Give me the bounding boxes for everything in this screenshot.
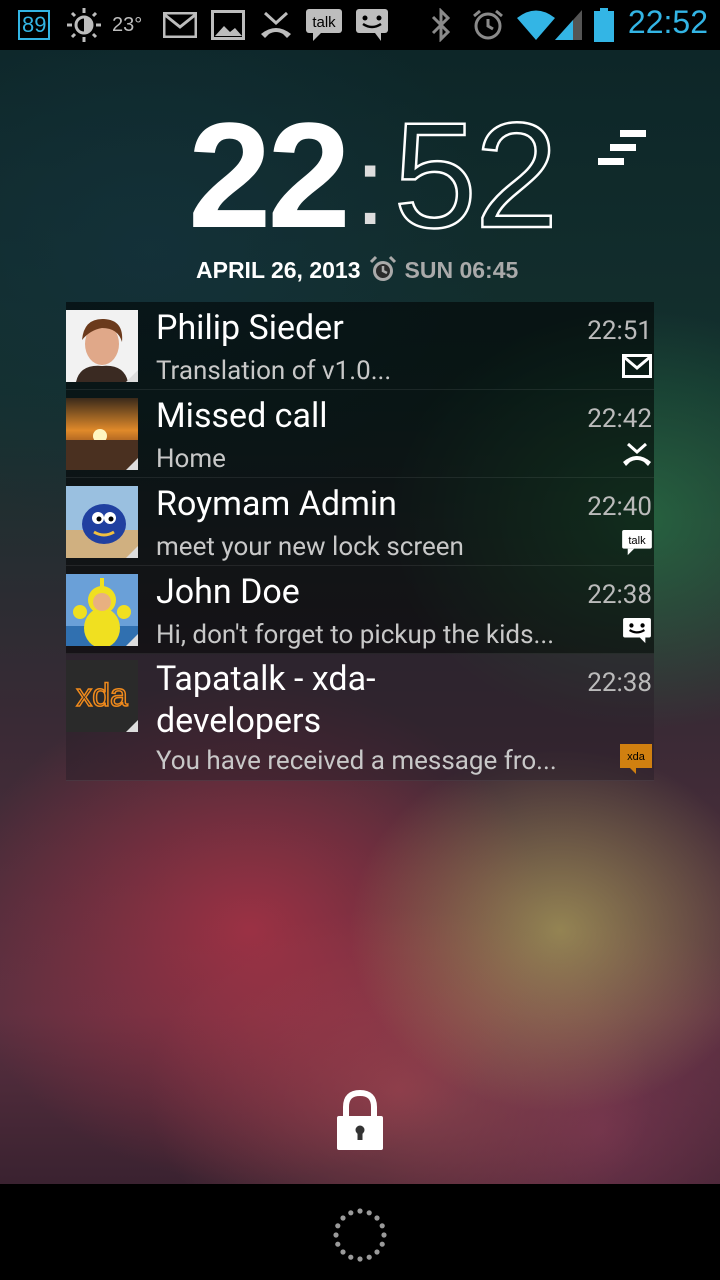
gmail-icon	[162, 8, 198, 42]
clock-minutes: 52	[392, 91, 559, 259]
avatar	[66, 574, 138, 646]
temperature: 23°	[112, 13, 143, 36]
notification-count-badge: 89	[18, 8, 51, 42]
xda-icon: xda	[620, 744, 652, 774]
notification-subtitle: Home	[156, 444, 226, 474]
lockscreen-clock: 22 : 52	[188, 99, 560, 252]
date-text: APRIL 26, 2013	[196, 256, 361, 283]
notification-item[interactable]: Roymam Admin meet your new lock screen 2…	[66, 478, 654, 566]
gmail-icon	[622, 354, 652, 378]
lock-icon[interactable]	[336, 1090, 384, 1152]
notification-item[interactable]: John Doe Hi, don't forget to pickup the …	[66, 566, 654, 654]
bluetooth-icon	[428, 8, 454, 42]
notification-title: Roymam Admin	[156, 484, 397, 524]
xda-avatar: xda	[66, 660, 138, 732]
notification-title: Missed call	[156, 396, 328, 436]
talk-icon: talk	[304, 8, 344, 42]
battery-icon	[592, 8, 616, 42]
notification-subtitle: meet your new lock screen	[156, 532, 464, 562]
notification-item[interactable]: Missed call Home 22:42	[66, 390, 654, 478]
menu-icon[interactable]	[596, 128, 648, 168]
clock-hours: 22	[188, 91, 351, 259]
messaging-icon	[354, 8, 390, 42]
avatar	[66, 486, 138, 558]
status-time: 22:52	[627, 4, 708, 40]
talk-icon: talk	[622, 530, 652, 556]
wifi-icon	[516, 8, 556, 42]
notification-title: Tapatalk - xda-developers	[156, 659, 376, 741]
status-bar: 89 23° talk 22:52	[0, 0, 720, 50]
alarm-icon	[470, 8, 506, 42]
notification-title: Philip Sieder	[156, 308, 344, 348]
missed-call-icon	[258, 8, 294, 42]
avatar	[66, 310, 138, 382]
gallery-icon	[210, 8, 246, 42]
notification-title: John Doe	[156, 572, 300, 612]
signal-icon	[552, 8, 584, 42]
avatar	[66, 398, 138, 470]
messaging-icon	[623, 618, 651, 644]
alarm-icon	[369, 255, 396, 281]
notification-item[interactable]: Philip Sieder Translation of v1.0... 22:…	[66, 302, 654, 390]
notification-time: 22:51	[587, 316, 652, 346]
clock-colon: :	[354, 125, 386, 248]
alarm-text: SUN 06:45	[404, 256, 519, 283]
svg-text:talk: talk	[628, 535, 646, 547]
missed-call-icon	[623, 442, 651, 466]
notification-subtitle: You have received a message fro...	[156, 746, 557, 776]
notification-list: Philip Sieder Translation of v1.0... 22:…	[66, 302, 654, 781]
notification-time: 22:38	[587, 668, 652, 698]
svg-text:talk: talk	[312, 14, 336, 31]
notification-subtitle: Hi, don't forget to pickup the kids...	[156, 620, 555, 650]
notification-item[interactable]: xda Tapatalk - xda-developers You have r…	[66, 654, 654, 781]
notification-time: 22:42	[587, 404, 652, 434]
notification-time: 22:40	[587, 492, 652, 522]
weather-icon	[64, 8, 104, 42]
notification-time: 22:38	[587, 580, 652, 610]
loading-spinner-icon	[333, 1208, 387, 1262]
navigation-bar	[0, 1184, 720, 1280]
date-row: APRIL 26, 2013 SUN 06:45	[196, 254, 518, 286]
svg-text:xda: xda	[76, 677, 128, 713]
notification-subtitle: Translation of v1.0...	[156, 356, 392, 386]
svg-text:xda: xda	[627, 751, 646, 763]
